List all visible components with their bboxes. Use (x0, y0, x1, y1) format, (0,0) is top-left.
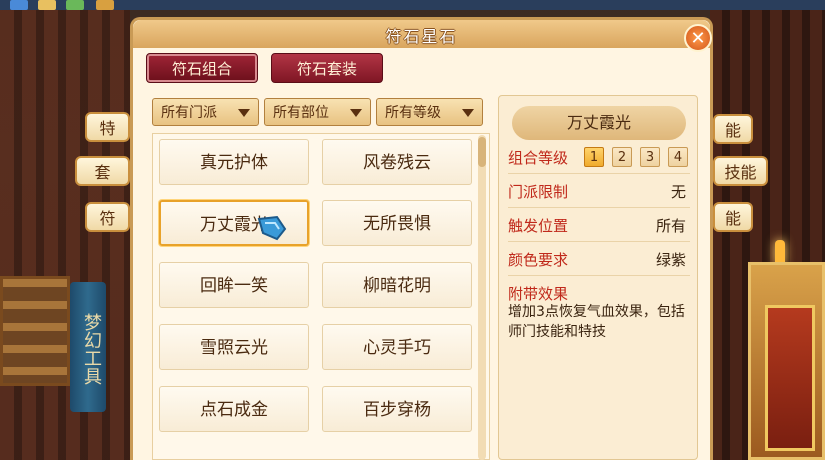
tab-rune-combo[interactable]: 符石组合 (146, 53, 258, 83)
globe-icon[interactable] (66, 0, 84, 10)
school-filter-dropdown[interactable]: 所有门派 (152, 98, 259, 126)
tool-banner: 梦幻工具 (70, 282, 106, 412)
level-filter-dropdown[interactable]: 所有等级 (376, 98, 483, 126)
chevron-down-icon (462, 109, 474, 117)
cursor-icon (257, 215, 287, 241)
left-side-tab-3[interactable]: 符 (85, 202, 130, 232)
level-button-3[interactable]: 3 (640, 147, 660, 167)
left-side-tab-1[interactable]: 特 (85, 112, 130, 142)
position-filter-dropdown[interactable]: 所有部位 (264, 98, 371, 126)
level-button-4[interactable]: 4 (668, 147, 688, 167)
school-limit-value: 无 (670, 183, 686, 201)
quest-icon[interactable] (96, 0, 114, 10)
list-item[interactable]: 点石成金 (159, 386, 309, 432)
close-button[interactable]: ✕ (684, 24, 712, 52)
list-item[interactable]: 雪照云光 (159, 324, 309, 370)
mail-icon[interactable] (38, 0, 56, 10)
list-item[interactable]: 风卷残云 (322, 139, 472, 185)
detail-row-position: 触发位置 所有 (508, 208, 690, 242)
shrine-door (765, 305, 815, 451)
detail-row-color: 颜色要求 绿紫 (508, 242, 690, 276)
right-side-tab-1[interactable]: 能 (713, 114, 753, 144)
chevron-down-icon (350, 109, 362, 117)
level-label: 组合等级 (508, 149, 569, 167)
color-requirement-value: 绿紫 (655, 251, 686, 269)
list-scrollbar[interactable] (478, 135, 486, 460)
scrollbar-thumb[interactable] (478, 137, 486, 167)
left-side-tab-2[interactable]: 套 (75, 156, 130, 186)
scroll-shelf (0, 276, 70, 386)
window-title: 符石星石 (385, 27, 458, 46)
level-button-2[interactable]: 2 (612, 147, 632, 167)
list-item[interactable]: 心灵手巧 (322, 324, 472, 370)
list-item[interactable]: 真元护体 (159, 139, 309, 185)
position-filter-label: 所有部位 (273, 105, 329, 121)
top-status-bar (0, 0, 825, 10)
trigger-position-label: 触发位置 (508, 217, 569, 235)
level-button-1[interactable]: 1 (584, 147, 604, 167)
list-item[interactable]: 柳暗花明 (322, 262, 472, 308)
list-item[interactable]: 回眸一笑 (159, 262, 309, 308)
tool-banner-text: 梦幻工具 (81, 313, 102, 385)
chevron-down-icon (238, 109, 250, 117)
shrine-decoration (748, 262, 825, 460)
right-side-tab-2[interactable]: 技能 (713, 156, 768, 186)
window-title-bar: 符石星石 (133, 20, 710, 48)
school-filter-label: 所有门派 (161, 105, 217, 121)
tab-rune-set[interactable]: 符石套装 (271, 53, 383, 83)
trigger-position-value: 所有 (655, 217, 686, 235)
school-limit-label: 门派限制 (508, 183, 569, 201)
level-filter-label: 所有等级 (385, 105, 441, 121)
color-requirement-label: 颜色要求 (508, 251, 569, 269)
list-item[interactable]: 无所畏惧 (322, 200, 472, 246)
effect-label: 附带效果 (508, 285, 569, 303)
list-item[interactable]: 百步穿杨 (322, 386, 472, 432)
right-side-tab-3[interactable]: 能 (713, 202, 753, 232)
detail-row-school: 门派限制 无 (508, 174, 690, 208)
close-icon: ✕ (690, 28, 706, 49)
combo-name: 万丈霞光 (512, 106, 686, 140)
home-icon[interactable] (10, 0, 28, 10)
effect-description: 增加3点恢复气血效果，包括师门技能和特技 (508, 304, 685, 340)
